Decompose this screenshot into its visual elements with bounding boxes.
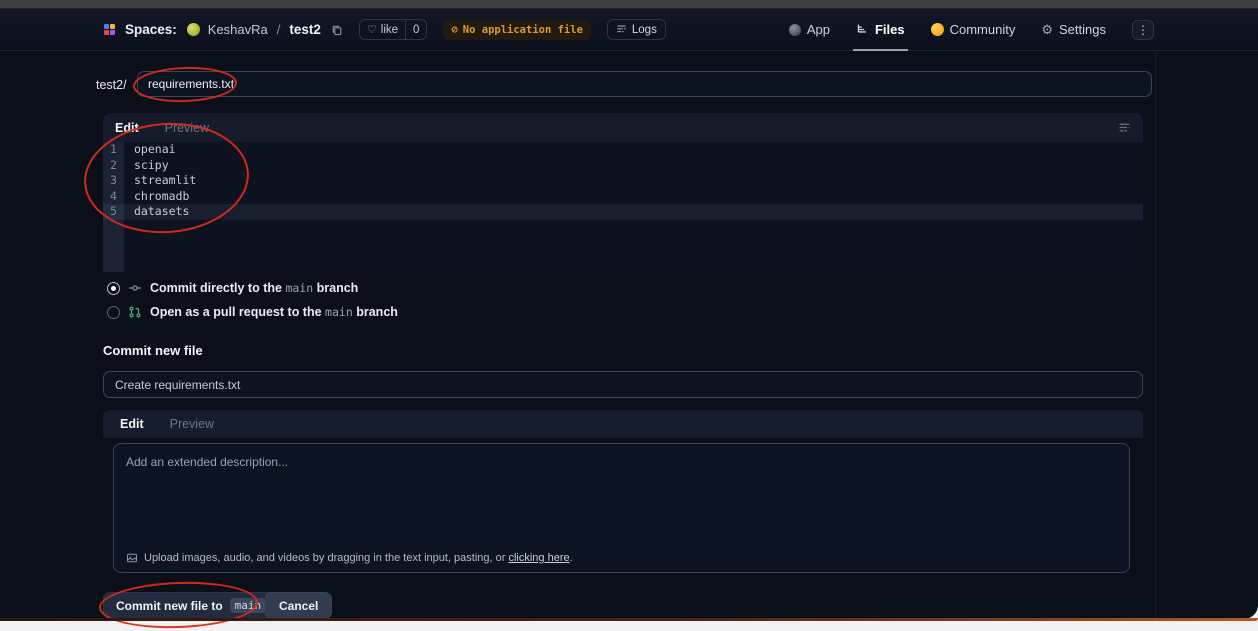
content-right-divider xyxy=(1155,51,1156,618)
community-icon xyxy=(931,23,944,36)
upload-hint: Upload images, audio, and videos by drag… xyxy=(126,552,1117,564)
spaces-logo-icon xyxy=(104,24,115,35)
logs-button[interactable]: Logs xyxy=(607,19,666,40)
commit-button-branch-badge: main xyxy=(230,598,267,613)
blocked-icon: ⊘ xyxy=(451,24,457,36)
description-tab-preview[interactable]: Preview xyxy=(170,417,214,431)
radio-unselected[interactable] xyxy=(107,306,120,319)
cancel-button[interactable]: Cancel xyxy=(265,592,332,619)
runtime-status-badge[interactable]: ⊘ No application file xyxy=(443,19,590,40)
more-options-button[interactable]: ⋮ xyxy=(1132,20,1154,40)
upload-hint-text: Upload images, audio, and videos by drag… xyxy=(144,552,505,564)
radio-selected[interactable] xyxy=(107,282,120,295)
code-line[interactable]: 3 streamlit xyxy=(103,173,1143,189)
open-pr-suffix: branch xyxy=(356,305,398,319)
description-tab-edit[interactable]: Edit xyxy=(120,417,144,431)
line-number: 3 xyxy=(103,173,124,189)
upload-click-here-link[interactable]: clicking here xyxy=(508,552,569,564)
commit-button-label: Commit new file to xyxy=(116,599,223,613)
file-path-prefix: test2/ xyxy=(96,78,132,92)
files-icon xyxy=(856,23,869,36)
commit-direct-option[interactable]: Commit directly to the main branch xyxy=(107,281,358,295)
logs-icon xyxy=(616,24,627,35)
code-area[interactable]: 1 openai 2 scipy 3 streamlit 4 chromadb … xyxy=(103,142,1143,272)
tab-community-label: Community xyxy=(950,22,1016,37)
owner-avatar[interactable] xyxy=(187,23,200,36)
commit-message-input[interactable] xyxy=(103,371,1143,398)
bottom-edge-line xyxy=(0,618,1258,621)
tab-settings-label: Settings xyxy=(1059,22,1106,37)
word-wrap-icon[interactable] xyxy=(1118,121,1131,134)
line-text: streamlit xyxy=(124,173,196,189)
line-number: 2 xyxy=(103,158,124,174)
repo-link[interactable]: test2 xyxy=(289,22,321,37)
file-content-editor: Edit Preview 1 openai 2 scipy 3 streamli… xyxy=(103,113,1143,272)
commit-direct-label: Commit directly to the xyxy=(150,281,282,295)
commit-section-heading: Commit new file xyxy=(103,343,203,358)
line-text: datasets xyxy=(124,204,189,220)
line-number: 4 xyxy=(103,189,124,205)
heart-icon: ♡ xyxy=(367,23,377,36)
like-label: like xyxy=(381,24,398,36)
code-line-active[interactable]: 5 datasets xyxy=(103,204,1143,220)
line-text: chromadb xyxy=(124,189,189,205)
description-placeholder: Add an extended description... xyxy=(126,455,288,469)
image-icon xyxy=(126,552,138,564)
app-icon xyxy=(789,24,801,36)
spaces-brand-label: Spaces: xyxy=(125,22,177,37)
editor-tab-edit[interactable]: Edit xyxy=(115,121,139,135)
gear-icon: ⚙ xyxy=(1041,23,1053,36)
tab-app[interactable]: App xyxy=(789,9,830,51)
line-text: scipy xyxy=(124,158,169,174)
code-line[interactable]: 1 openai xyxy=(103,142,1143,158)
tab-settings[interactable]: ⚙ Settings xyxy=(1041,9,1106,51)
like-count[interactable]: 0 xyxy=(405,20,426,39)
editor-tabbar: Edit Preview xyxy=(103,113,1143,142)
filename-input[interactable] xyxy=(137,71,1152,97)
code-line[interactable]: 2 scipy xyxy=(103,158,1143,174)
commit-new-file-button[interactable]: Commit new file to main xyxy=(103,592,279,619)
description-tabbar: Edit Preview xyxy=(103,410,1143,438)
screen: Spaces: KeshavRa / test2 ♡ like 0 ⊘ No a… xyxy=(0,0,1258,630)
commit-direct-suffix: branch xyxy=(317,281,359,295)
path-separator: / xyxy=(277,22,281,37)
line-text: openai xyxy=(124,142,176,158)
open-pr-option[interactable]: Open as a pull request to the main branc… xyxy=(107,305,398,319)
kebab-icon: ⋮ xyxy=(1137,23,1149,37)
status-badge-label: No application file xyxy=(463,24,583,36)
owner-link[interactable]: KeshavRa xyxy=(208,22,268,37)
logs-label: Logs xyxy=(632,24,657,36)
line-number: 1 xyxy=(103,142,124,158)
copy-icon[interactable] xyxy=(331,24,343,36)
tab-files[interactable]: Files xyxy=(856,9,905,51)
line-number: 5 xyxy=(103,204,124,220)
header: Spaces: KeshavRa / test2 ♡ like 0 ⊘ No a… xyxy=(0,9,1258,51)
git-commit-icon xyxy=(128,281,142,295)
pull-request-icon xyxy=(128,305,142,319)
branch-name: main xyxy=(325,305,353,319)
tab-community[interactable]: Community xyxy=(931,9,1016,51)
tab-files-label: Files xyxy=(875,22,905,37)
tab-app-label: App xyxy=(807,22,830,37)
code-line[interactable]: 4 chromadb xyxy=(103,189,1143,205)
open-pr-label: Open as a pull request to the xyxy=(150,305,322,319)
extended-description-textarea[interactable]: Add an extended description... Upload im… xyxy=(113,443,1130,573)
editor-tab-preview[interactable]: Preview xyxy=(165,121,209,135)
like-button[interactable]: ♡ like 0 xyxy=(359,19,428,40)
branch-name: main xyxy=(285,281,313,295)
